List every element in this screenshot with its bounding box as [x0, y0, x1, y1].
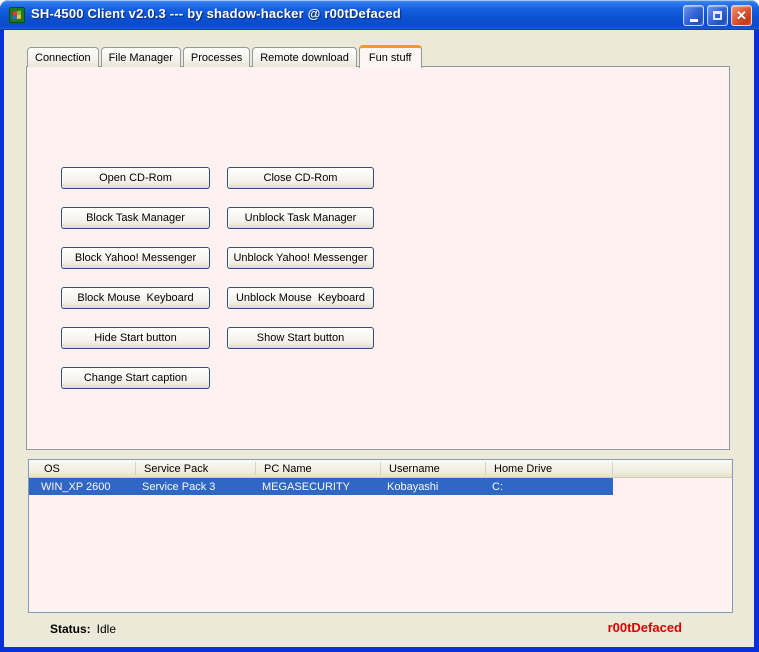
column-header-home-drive[interactable]: Home Drive [486, 460, 613, 477]
cell-os: WIN_XP 2600 [29, 481, 136, 493]
block-task-manager-button[interactable]: Block Task Manager [61, 207, 210, 229]
unblock-mouse-keyboard-button[interactable]: Unblock Mouse Keyboard [227, 287, 374, 309]
client-area: Connection File Manager Processes Remote… [4, 30, 754, 647]
minimize-icon [690, 19, 698, 22]
column-header-service-pack[interactable]: Service Pack [136, 460, 256, 477]
status-label: Status: [50, 622, 91, 636]
cell-pc-name: MEGASECURITY [256, 481, 381, 493]
cell-service-pack: Service Pack 3 [136, 481, 256, 493]
tab-strip: Connection File Manager Processes Remote… [27, 44, 424, 67]
column-header-os[interactable]: OS [29, 460, 136, 477]
minimize-button[interactable] [683, 5, 704, 26]
maximize-icon [713, 11, 722, 20]
tab-file-manager[interactable]: File Manager [101, 47, 181, 67]
window-title: SH-4500 Client v2.0.3 --- by shadow-hack… [31, 6, 401, 21]
change-start-caption-button[interactable]: Change Start caption [61, 367, 210, 389]
branding-text: r00tDefaced [608, 620, 682, 635]
title-bar[interactable]: SH-4500 Client v2.0.3 --- by shadow-hack… [0, 0, 759, 30]
fun-stuff-page: Open CD-Rom Close CD-Rom Block Task Mana… [26, 66, 730, 450]
tab-fun-stuff[interactable]: Fun stuff [359, 45, 422, 68]
cell-home-drive: C: [486, 481, 613, 493]
tab-connection[interactable]: Connection [27, 47, 99, 67]
app-icon [9, 7, 25, 23]
column-header-pc-name[interactable]: PC Name [256, 460, 381, 477]
tab-processes[interactable]: Processes [183, 47, 250, 67]
block-mouse-keyboard-button[interactable]: Block Mouse Keyboard [61, 287, 210, 309]
table-row[interactable]: WIN_XP 2600 Service Pack 3 MEGASECURITY … [29, 478, 613, 495]
column-header-filler [613, 460, 732, 477]
close-icon: ✕ [736, 9, 747, 22]
status-line: Status: Idle [50, 622, 116, 636]
close-cdrom-button[interactable]: Close CD-Rom [227, 167, 374, 189]
cell-username: Kobayashi [381, 481, 486, 493]
open-cdrom-button[interactable]: Open CD-Rom [61, 167, 210, 189]
unblock-yahoo-messenger-button[interactable]: Unblock Yahoo! Messenger [227, 247, 374, 269]
clients-listview: OS Service Pack PC Name Username Home Dr… [28, 459, 733, 613]
tab-remote-download[interactable]: Remote download [252, 47, 357, 67]
unblock-task-manager-button[interactable]: Unblock Task Manager [227, 207, 374, 229]
close-button[interactable]: ✕ [731, 5, 752, 26]
block-yahoo-messenger-button[interactable]: Block Yahoo! Messenger [61, 247, 210, 269]
hide-start-button-button[interactable]: Hide Start button [61, 327, 210, 349]
column-header-username[interactable]: Username [381, 460, 486, 477]
windows-flag-icon [13, 11, 21, 20]
show-start-button-button[interactable]: Show Start button [227, 327, 374, 349]
window-controls: ✕ [683, 5, 752, 26]
app-window: SH-4500 Client v2.0.3 --- by shadow-hack… [0, 0, 759, 652]
status-value: Idle [97, 622, 116, 636]
listview-header: OS Service Pack PC Name Username Home Dr… [29, 460, 732, 478]
maximize-button[interactable] [707, 5, 728, 26]
